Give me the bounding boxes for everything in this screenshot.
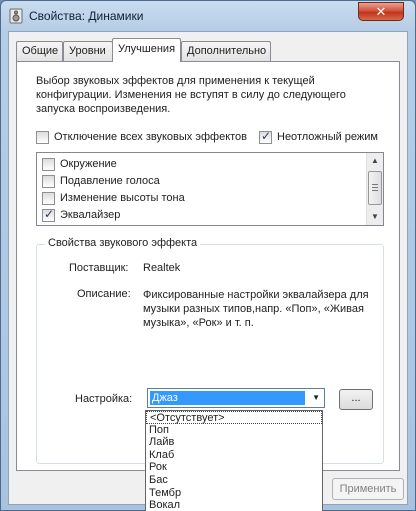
dropdown-option[interactable]: Клаб — [146, 449, 322, 462]
close-icon: ✕ — [375, 4, 387, 19]
effect-surround-label: Окружение — [60, 158, 117, 170]
effect-properties-title: Свойства звукового эффекта — [45, 237, 201, 249]
scrollbar-thumb[interactable] — [368, 171, 382, 205]
scroll-up-arrow-icon[interactable]: ▲ — [367, 153, 383, 169]
tab-general[interactable]: Общие — [16, 41, 63, 61]
tab-advanced[interactable]: Дополнительно — [181, 41, 271, 61]
title-bar[interactable]: Свойства: Динамики ✕ — [1, 1, 415, 31]
dropdown-option[interactable]: Вокал — [146, 499, 322, 511]
setting-select[interactable]: Джаз ▼ — [147, 388, 325, 408]
apply-button[interactable]: Применить — [332, 478, 404, 500]
setting-dropdown-list[interactable]: <Отсутствует> Поп Лайв Клаб Рок Бас Темб… — [145, 410, 323, 511]
chevron-down-icon: ▼ — [312, 393, 320, 402]
dropdown-option[interactable]: Бас — [146, 474, 322, 487]
close-button[interactable]: ✕ — [358, 2, 404, 21]
effect-equalizer-checkbox[interactable] — [42, 207, 55, 222]
provider-label: Поставщик: — [69, 262, 129, 274]
immediate-mode-label: Неотложный режим — [277, 131, 378, 143]
effects-scrollbar[interactable]: ▲ ▼ — [366, 153, 383, 225]
effect-voice-cancel-label: Подавление голоса — [60, 175, 160, 187]
speaker-icon — [9, 8, 23, 24]
dropdown-option[interactable]: Поп — [146, 424, 322, 437]
window-title: Свойства: Динамики — [29, 9, 144, 23]
disable-all-effects-label: Отключение всех звуковых эффектов — [54, 131, 247, 143]
effect-voice-cancel-checkbox[interactable] — [42, 175, 55, 188]
effect-pitch-shift-checkbox[interactable] — [42, 192, 55, 205]
disable-all-effects-checkbox[interactable] — [36, 131, 49, 144]
provider-value: Realtek — [143, 262, 181, 274]
effect-pitch-shift-label: Изменение высоты тона — [60, 192, 185, 204]
dropdown-option[interactable]: <Отсутствует> — [146, 411, 322, 424]
scroll-down-arrow-icon[interactable]: ▼ — [367, 209, 383, 225]
dropdown-option[interactable]: Тембр — [146, 487, 322, 500]
tab-levels[interactable]: Уровни — [63, 41, 113, 61]
effect-equalizer-label: Эквалайзер — [60, 209, 121, 221]
enhancements-description: Выбор звуковых эффектов для применения к… — [36, 75, 346, 115]
properties-window: Свойства: Динамики ✕ Общие Уровни Улучше… — [0, 0, 416, 511]
dropdown-option[interactable]: Рок — [146, 461, 322, 474]
effects-list[interactable]: Окружение Подавление голоса Изменение вы… — [36, 152, 384, 226]
dropdown-option[interactable]: Лайв — [146, 436, 322, 449]
setting-more-button[interactable]: ... — [339, 389, 373, 410]
description-label: Описание: — [77, 288, 131, 300]
setting-label: Настройка: — [75, 393, 133, 405]
immediate-mode-checkbox[interactable] — [259, 129, 272, 144]
description-value: Фиксированные настройки эквалайзера для … — [143, 289, 369, 329]
effect-surround-checkbox[interactable] — [42, 158, 55, 171]
setting-selected-value: Джаз — [150, 391, 305, 405]
tab-enhancements[interactable]: Улучшения — [112, 38, 181, 62]
